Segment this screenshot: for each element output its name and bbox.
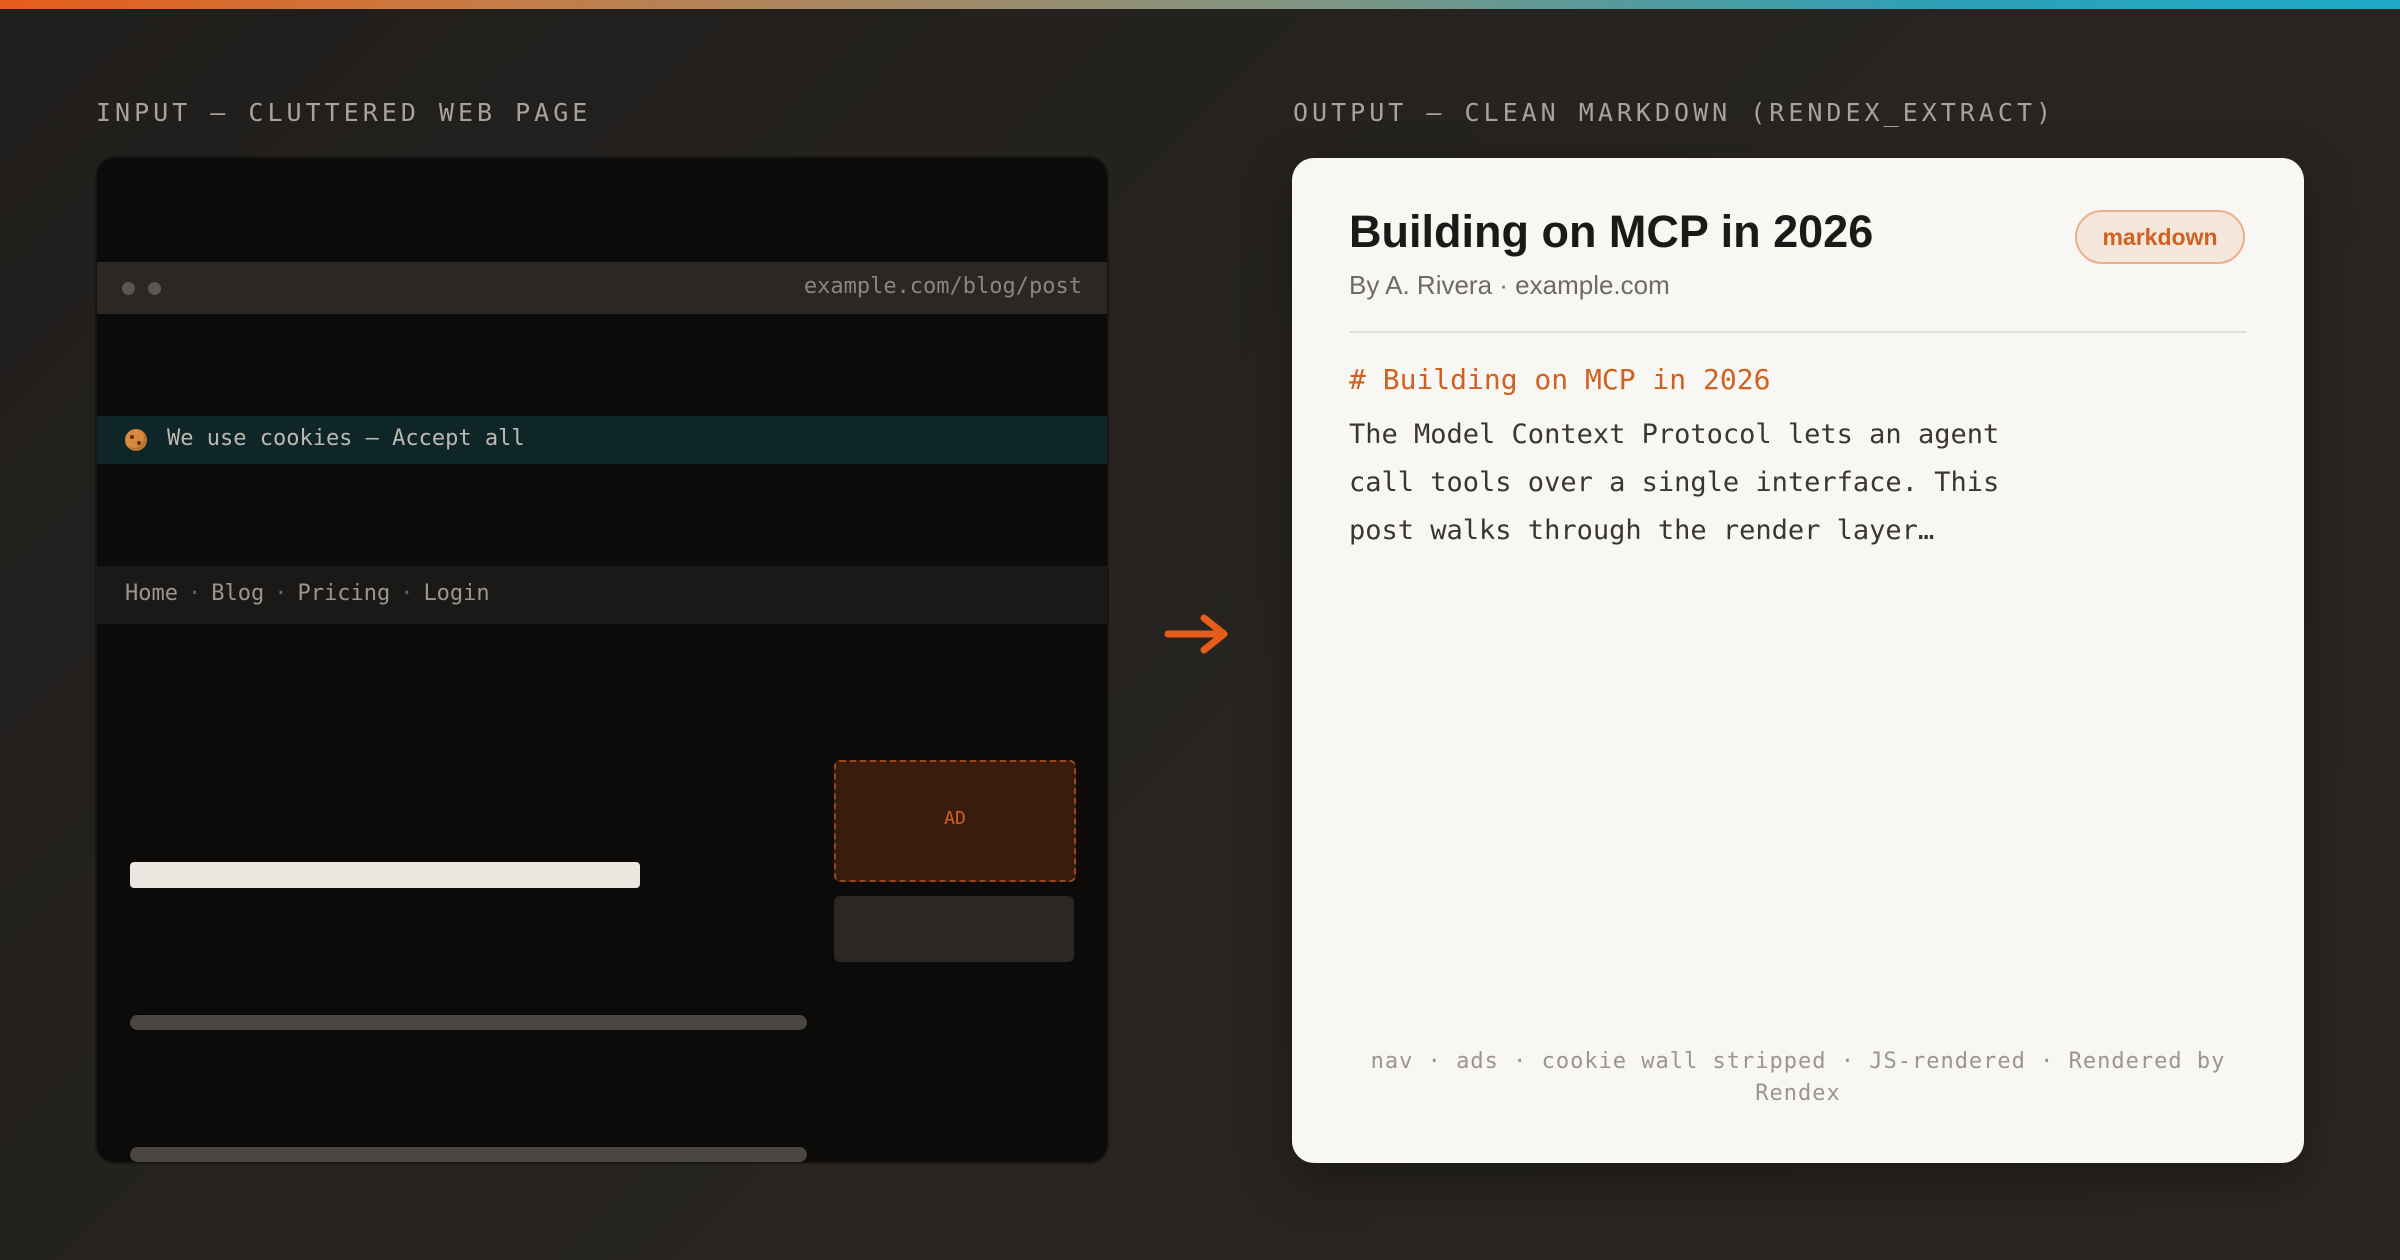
output-section-label: OUTPUT — CLEAN MARKDOWN (RENDEX_EXTRACT) [1293,98,2056,127]
cluttered-page-mock: example.com/blog/post We use cookies — A… [97,158,1107,1162]
nav-link-login[interactable]: Login [423,581,489,606]
markdown-output-card: Building on MCP in 2026 By A. Rivera · e… [1292,158,2304,1163]
nav-separator: · [400,581,414,606]
site-nav: Home · Blog · Pricing · Login [97,566,1107,624]
top-gradient-bar [0,0,2400,9]
markdown-heading: # Building on MCP in 2026 [1349,363,1771,396]
skeleton-title-bar [130,862,640,888]
markdown-body: The Model Context Protocol lets an agent… [1349,419,2000,546]
nav-link-home[interactable]: Home [125,581,178,606]
cookie-banner-text: We use cookies — Accept all [167,426,525,451]
nav-separator: · [274,581,288,606]
arrow-right-icon [1164,614,1228,654]
skeleton-text-line [130,1147,807,1162]
divider [1349,331,2247,333]
article-title: Building on MCP in 2026 [1349,206,1874,257]
nav-link-pricing[interactable]: Pricing [297,581,390,606]
browser-chrome: example.com/blog/post [97,262,1107,314]
url-text: example.com/blog/post [803,274,1082,299]
nav-separator: · [187,581,202,606]
skeleton-text-line [130,1015,807,1030]
window-dot-icon [122,282,135,295]
ad-label: AD [944,808,966,829]
input-section-label: INPUT — CLUTTERED WEB PAGE [96,98,592,127]
nav-link-blog[interactable]: Blog [211,581,264,606]
format-badge: markdown [2075,210,2245,264]
ad-placeholder[interactable]: AD [834,760,1076,882]
card-footer-note: nav · ads · cookie wall stripped · JS-re… [1370,1049,2226,1106]
window-dot-icon [148,282,161,295]
sidebar-block [834,896,1074,962]
cookie-banner[interactable]: We use cookies — Accept all [97,416,1107,464]
cookie-icon [125,429,147,451]
article-byline: By A. Rivera · example.com [1349,270,1670,300]
